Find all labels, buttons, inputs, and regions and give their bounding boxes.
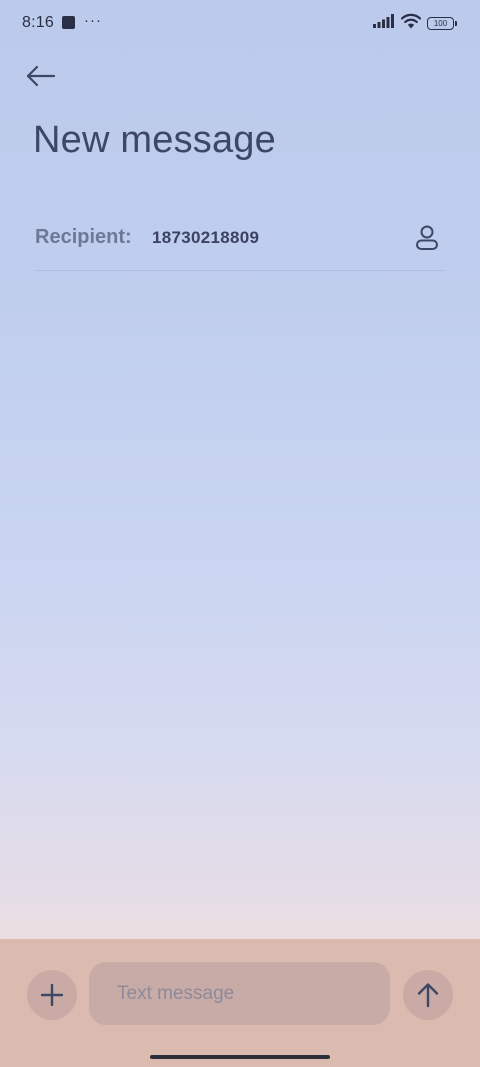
back-button[interactable] xyxy=(22,58,60,94)
select-contact-button[interactable] xyxy=(411,222,443,254)
recipient-number-input[interactable]: 18730218809 xyxy=(152,228,259,248)
status-icons: 100 xyxy=(373,13,457,34)
more-notifications-dots: ··· xyxy=(84,12,102,29)
back-arrow-icon xyxy=(26,65,56,87)
contact-person-icon xyxy=(416,225,438,250)
notification-square-icon xyxy=(62,16,75,29)
status-time: 8:16 xyxy=(22,14,54,31)
text-message-input[interactable] xyxy=(89,962,390,1025)
recipient-row: Recipient: 18730218809 xyxy=(35,216,445,271)
home-indicator[interactable] xyxy=(150,1055,330,1059)
status-bar: 8:16 ··· 100 xyxy=(0,0,480,46)
plus-icon xyxy=(41,984,63,1006)
battery-icon: 100 xyxy=(427,17,457,30)
page-title: New message xyxy=(33,119,276,161)
add-attachment-button[interactable] xyxy=(27,970,77,1020)
recipient-label: Recipient: xyxy=(35,226,132,248)
signal-icon xyxy=(373,14,395,33)
compose-bar xyxy=(0,939,480,1067)
arrow-up-icon xyxy=(417,983,439,1008)
battery-level: 100 xyxy=(433,18,448,28)
send-button[interactable] xyxy=(403,970,453,1020)
wifi-icon xyxy=(400,13,422,34)
